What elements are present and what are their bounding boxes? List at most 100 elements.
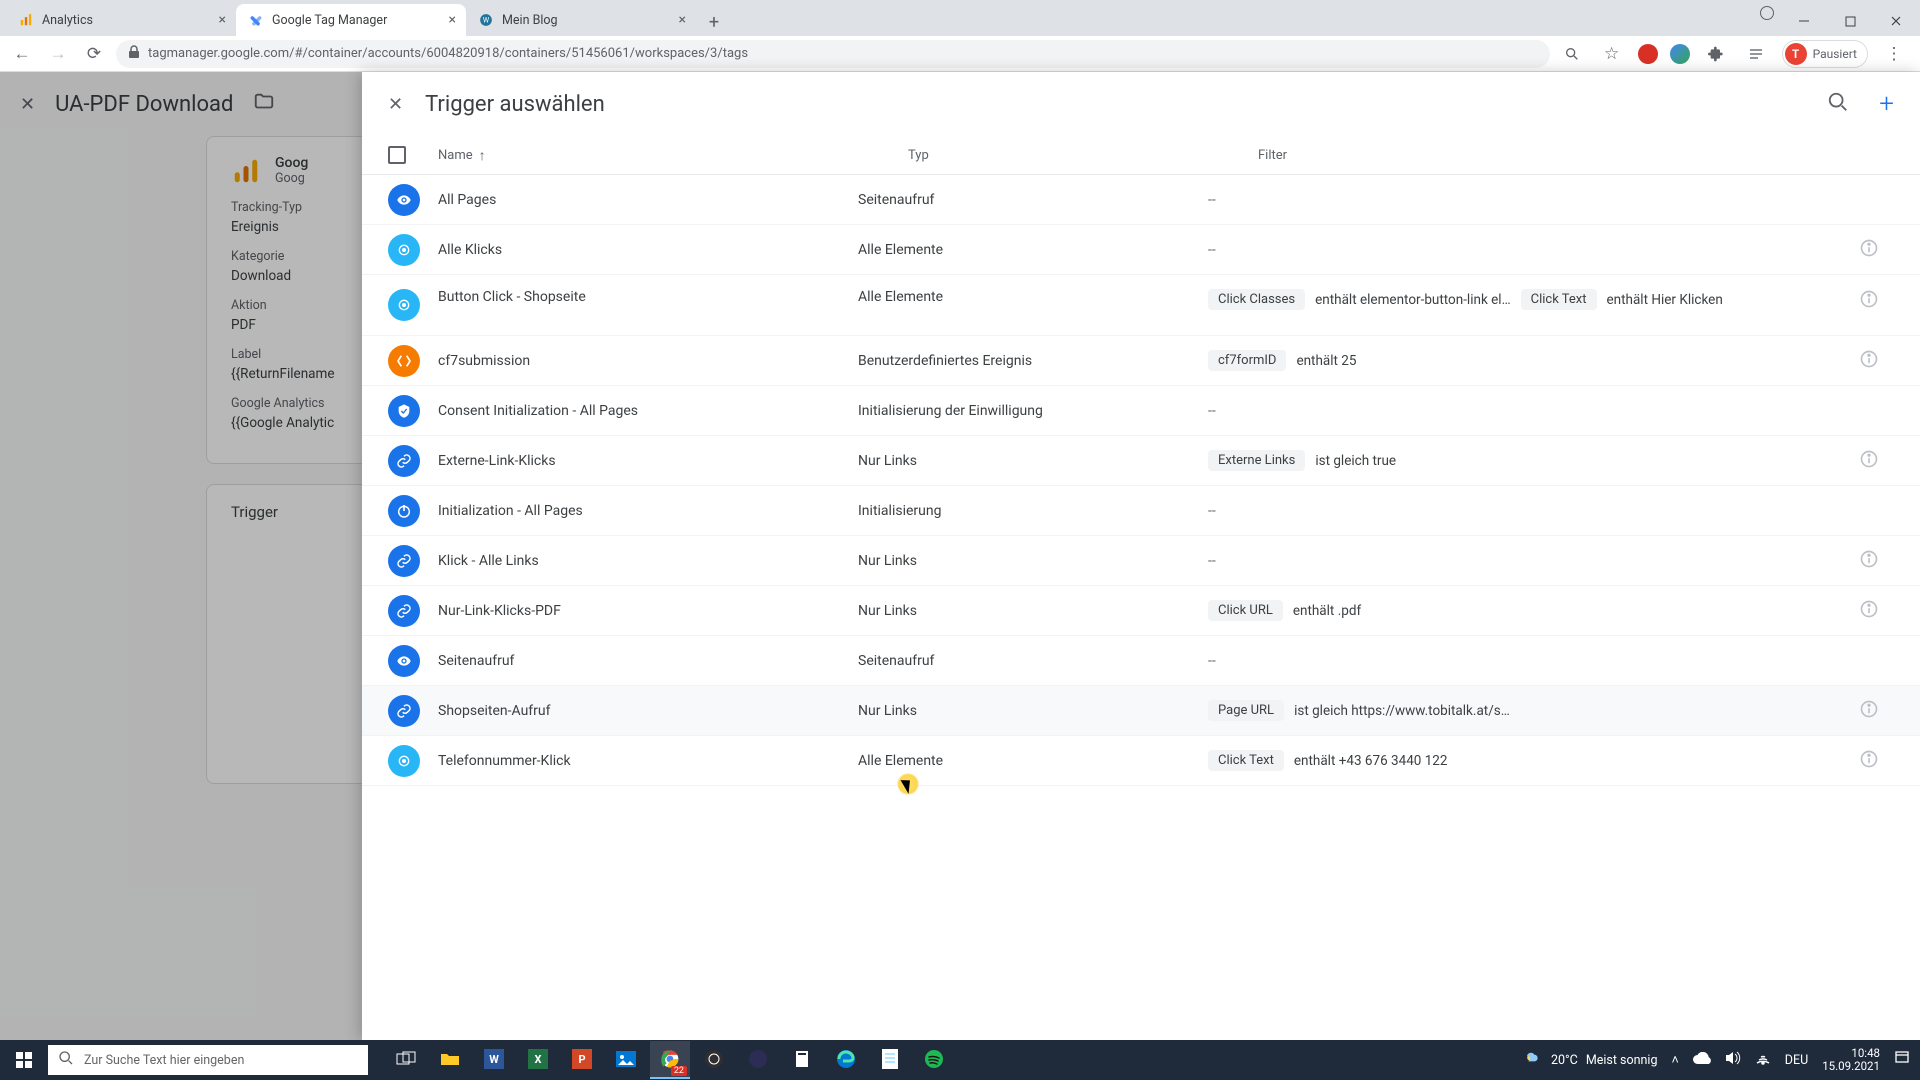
info-icon[interactable] [1859,449,1879,473]
edge-icon[interactable] [826,1041,866,1079]
network-icon[interactable] [1755,1051,1771,1069]
app-icon[interactable] [782,1041,822,1079]
tray-chevron-icon[interactable]: ˄ [1671,1053,1678,1068]
bookmark-star-icon[interactable]: ☆ [1598,40,1626,68]
info-icon[interactable] [1859,238,1879,262]
trigger-row[interactable]: Alle KlicksAlle Elemente-- [362,225,1920,275]
onedrive-icon[interactable] [1693,1052,1711,1068]
app-icon[interactable] [738,1041,778,1079]
select-all-checkbox[interactable] [388,146,406,164]
info-icon[interactable] [1859,699,1879,723]
extensions-menu-icon[interactable] [1702,40,1730,68]
badge: 22 [671,1066,687,1076]
notepad-icon[interactable] [870,1041,910,1079]
language-indicator[interactable]: DEU [1785,1053,1808,1068]
taskbar-search[interactable]: Zur Suche Text hier eingeben [48,1045,368,1075]
close-tab-icon[interactable]: × [219,12,226,28]
trigger-row[interactable]: Klick - Alle LinksNur Links-- [362,536,1920,586]
spotify-icon[interactable] [914,1041,954,1079]
trigger-row[interactable]: Consent Initialization - All PagesInitia… [362,386,1920,436]
search-placeholder: Zur Suche Text hier eingeben [84,1053,244,1068]
weather-widget[interactable]: 20°C Meist sonnig [1523,1050,1658,1070]
info-icon[interactable] [1859,599,1879,623]
back-button[interactable]: ← [8,40,36,68]
photos-icon[interactable] [606,1041,646,1079]
chrome-icon[interactable]: 22 [650,1041,690,1079]
close-tab-icon[interactable]: × [679,12,686,28]
trigger-row[interactable]: Nur-Link-Klicks-PDFNur LinksClick URLent… [362,586,1920,636]
column-filter-header[interactable]: Filter [1258,148,1844,163]
trigger-type: Nur Links [858,703,1208,719]
task-view-icon[interactable] [386,1041,426,1079]
volume-icon[interactable] [1725,1051,1741,1069]
browser-tab-analytics[interactable]: Analytics × [6,4,236,36]
sort-ascending-icon: ↑ [479,147,486,164]
minimize-button[interactable] [1782,6,1826,36]
start-button[interactable] [0,1040,48,1080]
filter-empty: -- [1208,242,1216,258]
tab-title: Google Tag Manager [272,13,387,28]
info-icon[interactable] [1859,349,1879,373]
extension-icon[interactable] [1670,44,1690,64]
trigger-row[interactable]: Telefonnummer-KlickAlle ElementeClick Te… [362,736,1920,786]
maximize-button[interactable] [1828,6,1872,36]
extension-icon[interactable] [1638,44,1658,64]
close-window-button[interactable] [1874,6,1918,36]
column-name-header[interactable]: Name↑ [438,147,908,164]
trigger-type: Seitenaufruf [858,653,1208,669]
trigger-filter: Click URLenthält .pdf [1208,600,1844,621]
filter-empty: -- [1208,653,1216,669]
column-type-header[interactable]: Typ [908,148,1258,163]
new-tab-button[interactable]: + [700,8,728,36]
obs-icon[interactable] [694,1041,734,1079]
info-icon[interactable] [1859,749,1879,773]
filter-empty: -- [1208,192,1216,208]
trigger-row[interactable]: Shopseiten-AufrufNur LinksPage URList gl… [362,686,1920,736]
close-tab-icon[interactable]: × [449,12,456,28]
filter-text: ist gleich https://www.tobitalk.at/s… [1294,703,1510,719]
trigger-row[interactable]: All PagesSeitenaufruf-- [362,175,1920,225]
gtm-favicon [248,12,264,28]
trigger-row[interactable]: Externe-Link-KlicksNur LinksExterne Link… [362,436,1920,486]
trigger-row[interactable]: SeitenaufrufSeitenaufruf-- [362,636,1920,686]
trigger-row[interactable]: cf7submissionBenutzerdefiniertes Ereigni… [362,336,1920,386]
trigger-row[interactable]: Button Click - ShopseiteAlle ElementeCli… [362,275,1920,336]
forward-button[interactable]: → [44,40,72,68]
browser-tab-gtm[interactable]: Google Tag Manager × [236,4,466,36]
window-controls [1760,6,1920,36]
filter-text: enthält 25 [1296,353,1356,369]
trigger-filter: -- [1208,192,1844,208]
trigger-row[interactable]: Initialization - All PagesInitialisierun… [362,486,1920,536]
file-explorer-icon[interactable] [430,1041,470,1079]
account-indicator-icon[interactable] [1760,6,1774,20]
add-trigger-button[interactable]: + [1879,89,1894,119]
svg-text:W: W [483,16,490,24]
info-icon[interactable] [1859,289,1879,313]
word-icon[interactable]: W [474,1041,514,1079]
profile-state: Pausiert [1813,47,1857,61]
info-icon[interactable] [1859,549,1879,573]
excel-icon[interactable]: X [518,1041,558,1079]
clock[interactable]: 10:48 15.09.2021 [1822,1047,1880,1073]
zoom-icon[interactable] [1558,40,1586,68]
reload-button[interactable]: ⟳ [80,40,108,68]
profile-chip[interactable]: T Pausiert [1782,40,1868,68]
url-input[interactable]: tagmanager.google.com/#/container/accoun… [116,40,1550,68]
close-panel-button[interactable]: ✕ [388,94,403,115]
trigger-type: Seitenaufruf [858,192,1208,208]
wordpress-favicon: W [478,12,494,28]
notifications-icon[interactable] [1894,1050,1910,1070]
powerpoint-icon[interactable]: P [562,1041,602,1079]
address-bar: ← → ⟳ tagmanager.google.com/#/container/… [0,36,1920,72]
trigger-type: Alle Elemente [858,753,1208,769]
filter-text: enthält .pdf [1293,603,1361,619]
date: 15.09.2021 [1822,1060,1880,1073]
search-icon[interactable] [1827,91,1849,118]
browser-menu-icon[interactable]: ⋮ [1880,40,1908,68]
filter-text: enthält elementor-button-link el… [1315,292,1511,308]
reading-list-icon[interactable] [1742,40,1770,68]
trigger-type: Alle Elemente [858,289,1208,305]
browser-tab-blog[interactable]: W Mein Blog × [466,4,696,36]
trigger-filter: -- [1208,242,1844,258]
panel-title: Trigger auswählen [425,92,605,117]
